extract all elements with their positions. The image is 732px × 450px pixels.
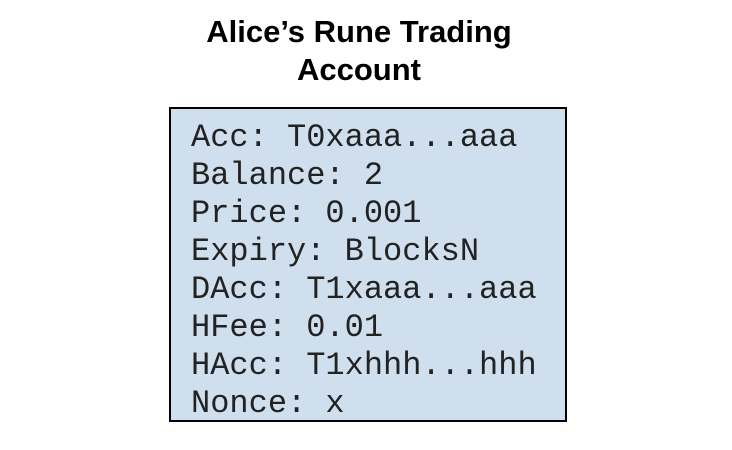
title-line-2: Account (297, 52, 421, 87)
field-expiry: Expiry: BlocksN (191, 233, 480, 270)
field-balance: Balance: 2 (191, 157, 384, 194)
diagram-title: Alice’s Rune Trading Account (0, 13, 718, 89)
account-box: Acc: T0xaaa...aaa Balance: 2 Price: 0.00… (169, 107, 567, 422)
field-acc: Acc: T0xaaa...aaa (191, 119, 518, 156)
field-price: Price: 0.001 (191, 195, 422, 232)
field-hacc: HAcc: T1xhhh...hhh (191, 347, 537, 384)
field-dacc: DAcc: T1xaaa...aaa (191, 271, 537, 308)
field-hfee: HFee: 0.01 (191, 309, 384, 346)
title-line-1: Alice’s Rune Trading (206, 14, 512, 49)
field-nonce: Nonce: x (191, 385, 345, 422)
